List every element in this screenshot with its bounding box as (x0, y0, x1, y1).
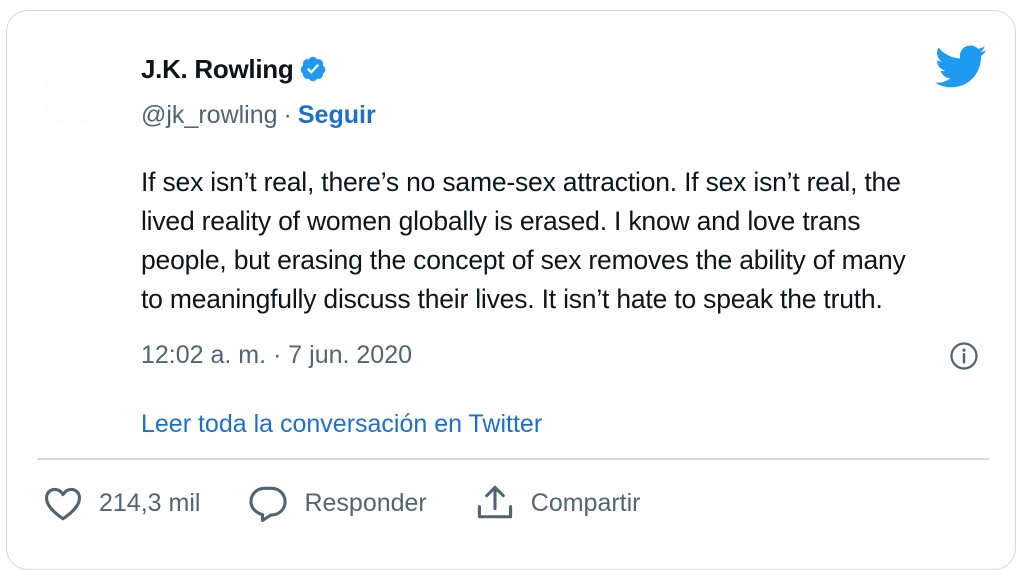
info-icon[interactable] (949, 341, 979, 371)
reply-button[interactable]: Responder (246, 481, 427, 525)
avatar[interactable] (41, 63, 105, 127)
author-name-row: J.K. Rowling (141, 49, 327, 89)
share-label: Compartir (530, 488, 641, 517)
share-button[interactable]: Compartir (473, 481, 641, 525)
action-bar: 214,3 mil Responder Compartir (41, 481, 687, 525)
tweet-card: J.K. Rowling @jk_rowling · Seguir If sex… (6, 10, 1016, 570)
tweet-timestamp[interactable]: 12:02 a. m. · 7 jun. 2020 (141, 337, 412, 373)
heart-icon (44, 487, 82, 521)
divider (37, 458, 989, 460)
author-handle-row: @jk_rowling · Seguir (141, 97, 376, 133)
tweet-text: If sex isn’t real, there’s no same-sex a… (141, 167, 906, 314)
reply-label: Responder (304, 488, 427, 517)
author-handle[interactable]: @jk_rowling (141, 101, 278, 130)
reply-bubble-icon (249, 486, 288, 522)
separator-dot: · (283, 100, 292, 129)
share-icon (477, 485, 512, 519)
like-button[interactable]: 214,3 mil (41, 481, 200, 525)
read-conversation-link[interactable]: Leer toda la conversación en Twitter (141, 405, 542, 443)
author-display-name[interactable]: J.K. Rowling (141, 54, 294, 85)
follow-button[interactable]: Seguir (298, 101, 376, 130)
twitter-bird-icon[interactable] (934, 45, 987, 89)
like-count: 214,3 mil (99, 488, 201, 517)
verified-badge-icon (299, 55, 327, 83)
